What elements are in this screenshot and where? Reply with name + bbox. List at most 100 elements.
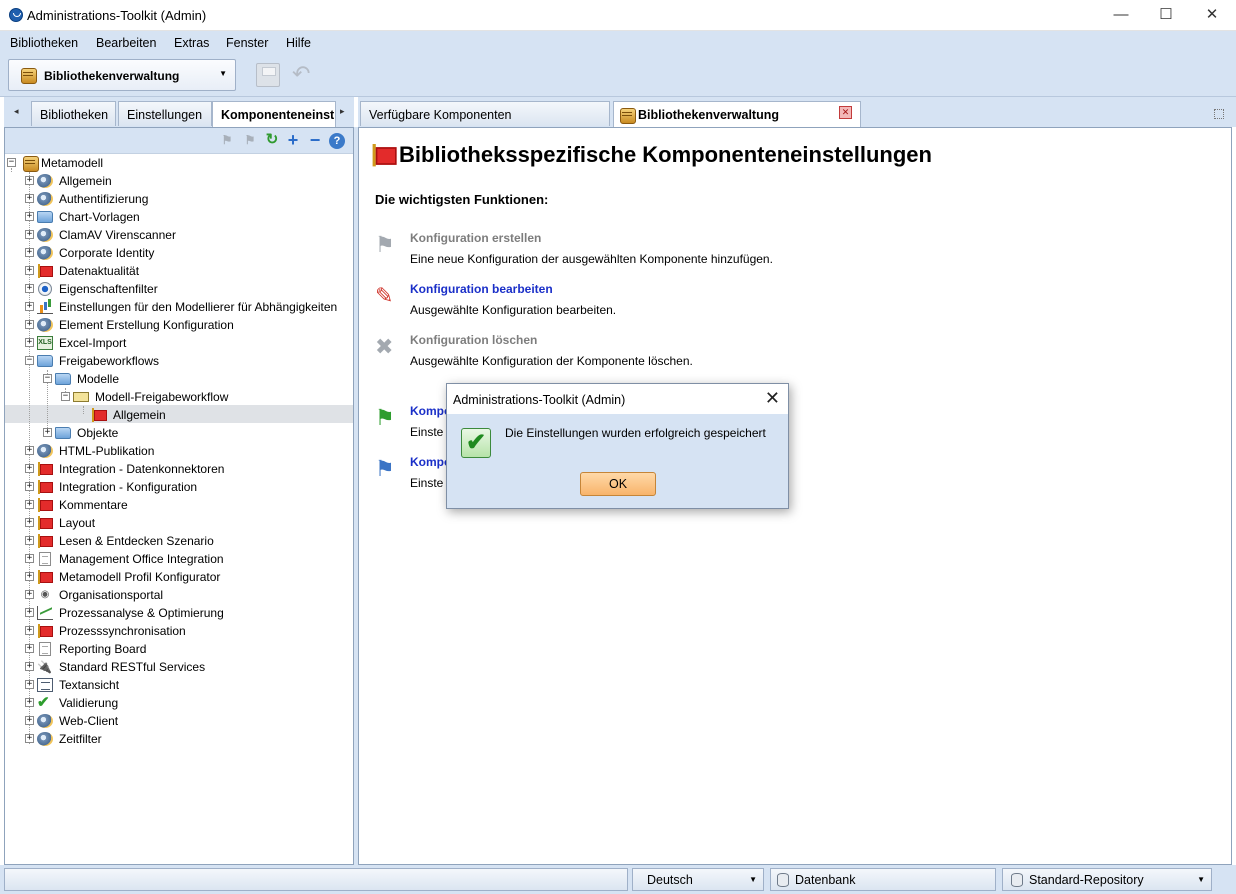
expand-icon[interactable]: + (25, 734, 34, 743)
flag-icon (37, 624, 53, 638)
collapse-icon[interactable]: − (7, 158, 16, 167)
expand-icon[interactable]: + (25, 248, 34, 257)
repository-select[interactable]: Standard-Repository ▼ (1002, 868, 1212, 891)
maximize-button[interactable]: ☐ (1143, 0, 1189, 30)
menu-fenster[interactable]: Fenster (226, 36, 268, 50)
delete-config-desc: Ausgewählte Konfiguration der Komponente… (410, 354, 693, 368)
page-title: Bibliotheksspezifische Komponenteneinste… (399, 142, 932, 167)
expand-icon[interactable]: + (25, 482, 34, 491)
expand-icon[interactable]: + (25, 212, 34, 221)
tab-verfuegbare-komponenten[interactable]: Verfügbare Komponenten (360, 101, 610, 126)
collapse-icon[interactable]: − (61, 392, 70, 401)
tree-item-label: Objekte (77, 426, 119, 440)
tab-bibliothekenverwaltung-label: Bibliothekenverwaltung (638, 108, 779, 122)
menu-hilfe[interactable]: Hilfe (286, 36, 311, 50)
refresh-icon[interactable]: ↻ (264, 132, 280, 149)
library-select-label: Bibliothekenverwaltung (44, 69, 180, 83)
expand-icon[interactable]: + (25, 284, 34, 293)
settings-icon (37, 192, 53, 206)
flag-icon (37, 480, 53, 494)
tree-item-label: Integration - Datenkonnektoren (59, 462, 225, 476)
library-icon (21, 68, 37, 84)
create-config-icon: ⚑ (375, 232, 395, 257)
expand-icon[interactable]: + (25, 662, 34, 671)
tab-komponenteneinstellungen[interactable]: Komponenteneinst (212, 101, 336, 128)
tree-item-label: Validierung (59, 696, 119, 710)
expand-icon[interactable]: + (25, 626, 34, 635)
tab-einstellungen[interactable]: Einstellungen (118, 101, 212, 126)
expand-icon[interactable]: + (25, 230, 34, 239)
collapse-all-icon[interactable]: − (307, 131, 323, 149)
tree-root-label: Metamodell (41, 156, 104, 170)
expand-icon[interactable]: + (25, 266, 34, 275)
settings-icon (37, 714, 53, 728)
expand-icon[interactable]: + (25, 644, 34, 653)
dialog-close-button[interactable]: ✕ (765, 388, 780, 409)
tree-connector (29, 172, 30, 744)
tree-item-label: Datenaktualität (59, 264, 140, 278)
expand-icon[interactable]: + (25, 338, 34, 347)
tab-scroll-left-icon[interactable]: ◂ (14, 106, 19, 117)
expand-icon[interactable]: + (25, 716, 34, 725)
save-icon[interactable] (256, 63, 280, 87)
close-tab-icon[interactable]: ✕ (839, 106, 852, 119)
close-window-button[interactable]: ✕ (1189, 0, 1235, 30)
expand-icon[interactable]: + (25, 500, 34, 509)
tree-toolbar: ⚑ ⚑ ↻ + − ? (5, 128, 353, 154)
expand-icon[interactable]: + (43, 428, 52, 437)
bar-chart-icon (37, 300, 53, 314)
dialog-message: Die Einstellungen wurden erfolgreich ges… (505, 426, 766, 440)
chevron-down-icon: ▼ (1197, 875, 1205, 884)
expand-icon[interactable]: + (25, 608, 34, 617)
collapse-icon[interactable]: − (25, 356, 34, 365)
delete-config-link: Konfiguration löschen (410, 333, 538, 347)
tab-scroll-right-icon[interactable]: ▸ (340, 106, 345, 117)
expand-icon[interactable]: + (25, 536, 34, 545)
dialog-titlebar: Administrations-Toolkit (Admin) ✕ (447, 384, 788, 414)
tree-item-label: Organisationsportal (59, 588, 164, 602)
menu-bearbeiten[interactable]: Bearbeiten (96, 36, 156, 50)
selected-row-highlight (5, 405, 353, 423)
expand-icon[interactable]: + (25, 176, 34, 185)
edit-config-link[interactable]: Konfiguration bearbeiten (410, 282, 553, 296)
ok-button[interactable]: OK (580, 472, 656, 496)
window-titlebar: Administrations-Toolkit (Admin) — ☐ ✕ (0, 0, 1236, 31)
expand-icon[interactable]: + (25, 698, 34, 707)
undo-icon[interactable]: ↶ (292, 63, 310, 85)
help-icon[interactable]: ? (329, 133, 345, 149)
delete-config-icon[interactable]: ⚑ (242, 133, 258, 149)
flag-icon (37, 516, 53, 530)
expand-icon[interactable]: + (25, 680, 34, 689)
tree-item-label: Excel-Import (59, 336, 127, 350)
tab-bibliothekenverwaltung[interactable]: Bibliothekenverwaltung (613, 101, 861, 128)
filter-icon (38, 282, 52, 296)
folder-open-icon (37, 355, 53, 367)
collapse-icon[interactable]: − (43, 374, 52, 383)
expand-icon[interactable]: + (25, 590, 34, 599)
flag-icon (37, 264, 53, 278)
expand-icon[interactable]: + (25, 446, 34, 455)
dialog-title: Administrations-Toolkit (Admin) (453, 393, 626, 407)
expand-icon[interactable]: + (25, 554, 34, 563)
library-select[interactable]: Bibliothekenverwaltung ▼ (8, 59, 236, 91)
tree-item-label: Modell-Freigabeworkflow (95, 390, 229, 404)
chevron-down-icon: ▼ (219, 69, 227, 78)
add-config-icon[interactable]: ⚑ (219, 133, 235, 149)
expand-icon[interactable]: + (25, 518, 34, 527)
menu-extras[interactable]: Extras (174, 36, 209, 50)
expand-icon[interactable]: + (25, 464, 34, 473)
tree-item-label: Element Erstellung Konfiguration (59, 318, 234, 332)
language-select[interactable]: Deutsch ▼ (632, 868, 764, 891)
tree-item-label: Zeitfilter (59, 732, 102, 746)
tab-bibliotheken[interactable]: Bibliotheken (31, 101, 116, 126)
expand-all-icon[interactable]: + (285, 131, 301, 149)
expand-icon[interactable]: + (25, 302, 34, 311)
metamodel-icon (23, 156, 39, 172)
maximize-panel-icon[interactable] (1214, 109, 1224, 119)
tree-item-label: Freigabeworkflows (59, 354, 160, 368)
menu-bibliotheken[interactable]: Bibliotheken (10, 36, 78, 50)
minimize-button[interactable]: — (1098, 0, 1144, 30)
expand-icon[interactable]: + (25, 572, 34, 581)
expand-icon[interactable]: + (25, 320, 34, 329)
expand-icon[interactable]: + (25, 194, 34, 203)
